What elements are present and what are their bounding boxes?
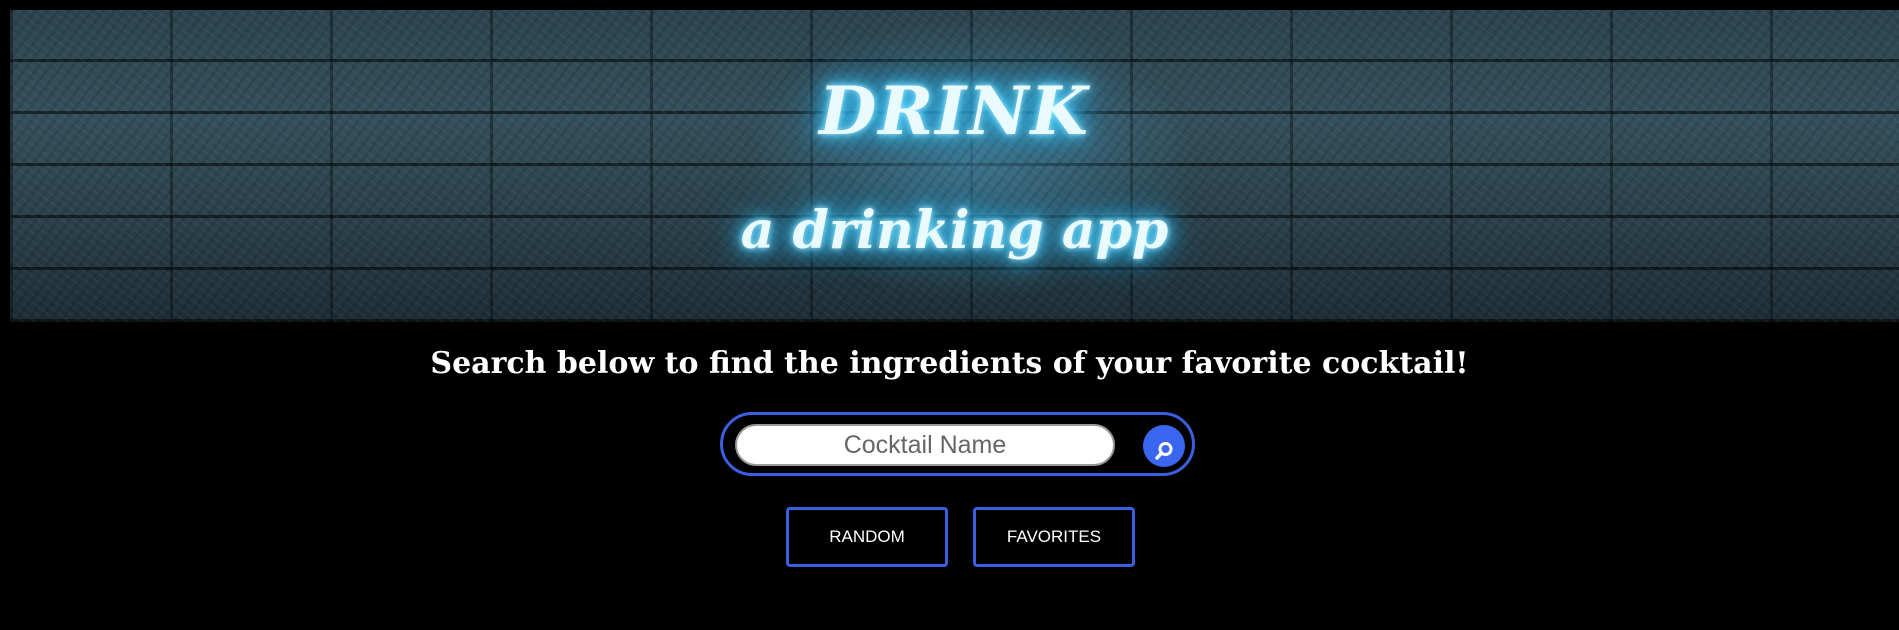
search-icon [1155, 442, 1173, 460]
search-button[interactable] [1143, 425, 1185, 467]
search-bar [720, 412, 1195, 476]
stone-wall-background [10, 10, 1899, 322]
cocktail-search-input[interactable] [735, 424, 1115, 466]
random-button[interactable]: RANDOM [786, 507, 948, 567]
hero-banner: DRINK a drinking app [10, 10, 1899, 322]
search-instructions: Search below to find the ingredients of … [430, 346, 1469, 381]
favorites-button[interactable]: FAVORITES [973, 507, 1135, 567]
page: DRINK a drinking app Search below to fin… [0, 0, 1899, 630]
app-title: DRINK [819, 72, 1090, 150]
app-subtitle: a drinking app [740, 200, 1169, 261]
